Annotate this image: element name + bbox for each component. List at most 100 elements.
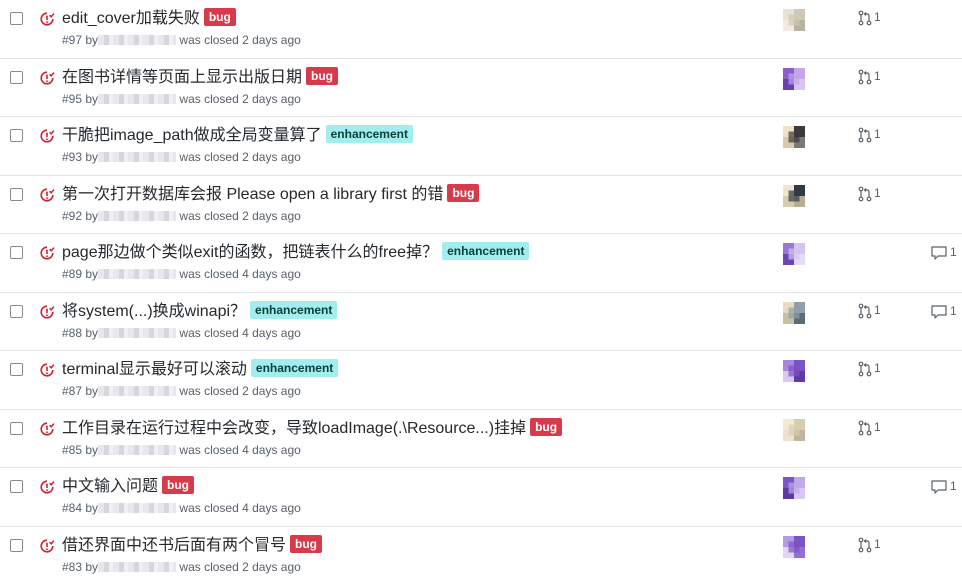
linked-pull-request-count[interactable]: 1 bbox=[874, 420, 881, 434]
issue-row: 在图书详情等页面上显示出版日期bug #95 by was closed 2 d… bbox=[0, 59, 962, 118]
assignee-avatar[interactable] bbox=[782, 302, 806, 324]
select-checkbox[interactable] bbox=[10, 129, 23, 142]
label-bug[interactable]: bug bbox=[447, 184, 479, 202]
issue-number: #83 bbox=[62, 560, 82, 574]
closed-status: was closed 4 days ago bbox=[179, 501, 300, 515]
issue-meta: #92 by was closed 2 days ago bbox=[62, 209, 301, 223]
issue-closed-icon bbox=[39, 304, 55, 320]
issue-title-link[interactable]: 干脆把image_path做成全局变量算了 bbox=[62, 127, 322, 144]
comment-count[interactable]: 1 bbox=[950, 245, 957, 259]
issue-title-line: 工作目录在运行过程中会改变，导致loadImage(.\Resource...)… bbox=[62, 418, 562, 440]
issue-number: #89 bbox=[62, 267, 82, 281]
label-bug[interactable]: bug bbox=[530, 418, 562, 436]
issue-title-link[interactable]: 第一次打开数据库会报 Please open a library first 的… bbox=[62, 186, 443, 203]
linked-pull-request-count[interactable]: 1 bbox=[874, 127, 881, 141]
author-name-redacted[interactable] bbox=[98, 503, 176, 513]
linked-pull-request-icon[interactable] bbox=[858, 303, 872, 319]
label-bug[interactable]: bug bbox=[204, 8, 236, 26]
issue-closed-icon bbox=[39, 421, 55, 437]
assignee-avatar[interactable] bbox=[782, 68, 806, 90]
author-name-redacted[interactable] bbox=[98, 386, 176, 396]
issue-meta: #95 by was closed 2 days ago bbox=[62, 92, 301, 106]
label-bug[interactable]: bug bbox=[290, 535, 322, 553]
assignee-avatar[interactable] bbox=[782, 185, 806, 207]
issue-title-link[interactable]: 中文输入问题 bbox=[62, 478, 158, 495]
closed-status: was closed 4 days ago bbox=[179, 443, 300, 457]
select-checkbox[interactable] bbox=[10, 188, 23, 201]
label-bug[interactable]: bug bbox=[162, 476, 194, 494]
closed-status: was closed 4 days ago bbox=[179, 326, 300, 340]
assignee-avatar[interactable] bbox=[782, 126, 806, 148]
linked-pull-request-count[interactable]: 1 bbox=[874, 303, 881, 317]
linked-pull-request-icon[interactable] bbox=[858, 537, 872, 553]
linked-pull-request-icon[interactable] bbox=[858, 69, 872, 85]
closed-status: was closed 2 days ago bbox=[179, 209, 300, 223]
label-enhancement[interactable]: enhancement bbox=[326, 125, 413, 143]
linked-pull-request-count[interactable]: 1 bbox=[874, 537, 881, 551]
issue-row: 工作目录在运行过程中会改变，导致loadImage(.\Resource...)… bbox=[0, 410, 962, 469]
select-checkbox[interactable] bbox=[10, 539, 23, 552]
author-name-redacted[interactable] bbox=[98, 35, 176, 45]
assignee-avatar[interactable] bbox=[782, 536, 806, 558]
author-name-redacted[interactable] bbox=[98, 562, 176, 572]
assignee-avatar[interactable] bbox=[782, 243, 806, 265]
issue-title-link[interactable]: edit_cover加载失败 bbox=[62, 10, 200, 27]
label-enhancement[interactable]: enhancement bbox=[442, 242, 529, 260]
issue-row: 干脆把image_path做成全局变量算了enhancement #93 by … bbox=[0, 117, 962, 176]
select-checkbox[interactable] bbox=[10, 71, 23, 84]
comment-icon[interactable] bbox=[931, 246, 947, 260]
label-enhancement[interactable]: enhancement bbox=[251, 359, 338, 377]
issue-title-line: terminal显示最好可以滚动enhancement bbox=[62, 359, 338, 381]
assignee-avatar[interactable] bbox=[782, 477, 806, 499]
comment-icon[interactable] bbox=[931, 305, 947, 319]
issue-list: edit_cover加载失败bug #97 by was closed 2 da… bbox=[0, 0, 962, 585]
closed-status: was closed 2 days ago bbox=[179, 92, 300, 106]
issue-title-line: page那边做个类似exit的函数，把链表什么的free掉？enhancemen… bbox=[62, 242, 529, 264]
linked-pull-request-icon[interactable] bbox=[858, 420, 872, 436]
author-name-redacted[interactable] bbox=[98, 328, 176, 338]
select-checkbox[interactable] bbox=[10, 422, 23, 435]
issue-title-link[interactable]: 借还界面中还书后面有两个冒号 bbox=[62, 537, 286, 554]
issue-title-line: 干脆把image_path做成全局变量算了enhancement bbox=[62, 125, 413, 147]
assignee-avatar[interactable] bbox=[782, 9, 806, 31]
comment-count[interactable]: 1 bbox=[950, 479, 957, 493]
issue-title-link[interactable]: 将system(...)换成winapi？ bbox=[62, 303, 246, 320]
assignee-avatar[interactable] bbox=[782, 419, 806, 441]
issue-number: #92 bbox=[62, 209, 82, 223]
linked-pull-request-count[interactable]: 1 bbox=[874, 361, 881, 375]
linked-pull-request-count[interactable]: 1 bbox=[874, 186, 881, 200]
linked-pull-request-icon[interactable] bbox=[858, 127, 872, 143]
issue-meta: #83 by was closed 2 days ago bbox=[62, 560, 301, 574]
author-name-redacted[interactable] bbox=[98, 152, 176, 162]
issue-row: terminal显示最好可以滚动enhancement #87 by was c… bbox=[0, 351, 962, 410]
select-checkbox[interactable] bbox=[10, 363, 23, 376]
linked-pull-request-icon[interactable] bbox=[858, 186, 872, 202]
select-checkbox[interactable] bbox=[10, 305, 23, 318]
select-checkbox[interactable] bbox=[10, 12, 23, 25]
issue-title-link[interactable]: 在图书详情等页面上显示出版日期 bbox=[62, 69, 302, 86]
label-enhancement[interactable]: enhancement bbox=[250, 301, 337, 319]
closed-status: was closed 2 days ago bbox=[179, 150, 300, 164]
author-name-redacted[interactable] bbox=[98, 94, 176, 104]
author-name-redacted[interactable] bbox=[98, 445, 176, 455]
linked-pull-request-icon[interactable] bbox=[858, 361, 872, 377]
linked-pull-request-count[interactable]: 1 bbox=[874, 69, 881, 83]
comment-icon[interactable] bbox=[931, 480, 947, 494]
comment-count[interactable]: 1 bbox=[950, 304, 957, 318]
issue-closed-icon bbox=[39, 70, 55, 86]
linked-pull-request-count[interactable]: 1 bbox=[874, 10, 881, 24]
issue-row: page那边做个类似exit的函数，把链表什么的free掉？enhancemen… bbox=[0, 234, 962, 293]
select-checkbox[interactable] bbox=[10, 246, 23, 259]
label-bug[interactable]: bug bbox=[306, 67, 338, 85]
author-name-redacted[interactable] bbox=[98, 269, 176, 279]
issue-title-link[interactable]: page那边做个类似exit的函数，把链表什么的free掉？ bbox=[62, 244, 438, 261]
issue-number: #88 bbox=[62, 326, 82, 340]
issue-closed-icon bbox=[39, 11, 55, 27]
assignee-avatar[interactable] bbox=[782, 360, 806, 382]
select-checkbox[interactable] bbox=[10, 480, 23, 493]
issue-title-link[interactable]: terminal显示最好可以滚动 bbox=[62, 361, 247, 378]
issue-title-link[interactable]: 工作目录在运行过程中会改变，导致loadImage(.\Resource...)… bbox=[62, 420, 526, 437]
linked-pull-request-icon[interactable] bbox=[858, 10, 872, 26]
issue-closed-icon bbox=[39, 479, 55, 495]
author-name-redacted[interactable] bbox=[98, 211, 176, 221]
